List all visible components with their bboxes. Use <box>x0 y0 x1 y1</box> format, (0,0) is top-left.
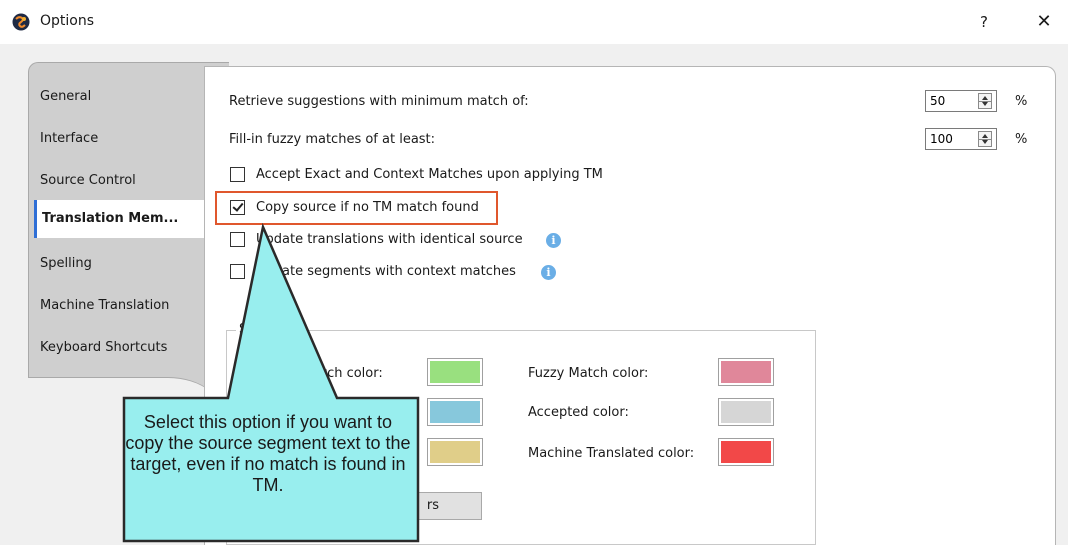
info-icon[interactable]: i <box>546 233 561 248</box>
min-match-spinner[interactable] <box>925 90 997 112</box>
arrow-down-icon <box>982 102 988 106</box>
accept-exact-checkbox[interactable] <box>230 167 245 182</box>
tab-general[interactable]: General <box>40 89 91 104</box>
exact-match-color-label: atch color: <box>314 366 383 381</box>
edited-color-swatch[interactable] <box>427 438 483 466</box>
update-context-label: Update segments with context matches <box>256 264 516 279</box>
tab-translation-memory-label: Translation Mem... <box>42 211 179 226</box>
swatch-fill <box>721 441 771 463</box>
update-identical-label: Update translations with identical sourc… <box>256 232 523 247</box>
min-match-percent: % <box>1015 94 1028 109</box>
tab-interface[interactable]: Interface <box>40 131 98 146</box>
tab-machine-translation[interactable]: Machine Translation <box>40 298 169 313</box>
tab-spelling[interactable]: Spelling <box>40 256 92 271</box>
swatch-fill <box>721 401 771 423</box>
fuzzy-label: Fill-in fuzzy matches of at least: <box>229 132 436 147</box>
arrow-down-icon <box>982 140 988 144</box>
tab-keyboard-shortcuts[interactable]: Keyboard Shortcuts <box>40 340 167 355</box>
update-identical-checkbox[interactable] <box>230 232 245 247</box>
highlight-box <box>215 191 498 225</box>
machine-translated-color-label: Machine Translated color: <box>528 446 695 461</box>
colors-group-title: Slors <box>236 322 308 337</box>
swatch-fill <box>430 401 480 423</box>
app-globe-icon <box>12 13 30 31</box>
arrow-up-icon <box>982 96 988 100</box>
swatch-fill <box>721 361 771 383</box>
update-context-checkbox[interactable] <box>230 264 245 279</box>
tab-translation-memory[interactable]: Translation Mem... <box>34 200 204 238</box>
arrow-up-icon <box>982 134 988 138</box>
fuzzy-stepper[interactable] <box>978 131 992 147</box>
info-icon[interactable]: i <box>541 265 556 280</box>
min-match-input[interactable] <box>928 93 972 109</box>
reset-colors-button[interactable]: rs <box>226 492 482 520</box>
fuzzy-spinner[interactable] <box>925 128 997 150</box>
tab-strip <box>28 62 229 424</box>
callout-text: Select this option if you want to copy t… <box>125 412 411 495</box>
exact-match-color-swatch[interactable] <box>427 358 483 386</box>
window-title: Options <box>40 13 95 29</box>
accept-exact-label: Accept Exact and Context Matches upon ap… <box>256 167 603 182</box>
machine-translated-color-swatch[interactable] <box>718 438 774 466</box>
min-match-label: Retrieve suggestions with minimum match … <box>229 94 529 109</box>
close-button[interactable]: ✕ <box>1030 10 1058 34</box>
context-match-color-swatch[interactable] <box>427 398 483 426</box>
fuzzy-match-color-label: Fuzzy Match color: <box>528 366 649 381</box>
title-bar: Options ? ✕ <box>0 0 1068 44</box>
fuzzy-match-color-swatch[interactable] <box>718 358 774 386</box>
help-button[interactable]: ? <box>972 10 996 34</box>
accepted-color-label: Accepted color: <box>528 405 629 420</box>
fuzzy-input[interactable] <box>928 131 972 147</box>
tab-source-control[interactable]: Source Control <box>40 173 136 188</box>
fuzzy-percent: % <box>1015 132 1028 147</box>
accepted-color-swatch[interactable] <box>718 398 774 426</box>
swatch-fill <box>430 361 480 383</box>
min-match-stepper[interactable] <box>978 93 992 109</box>
swatch-fill <box>430 441 480 463</box>
